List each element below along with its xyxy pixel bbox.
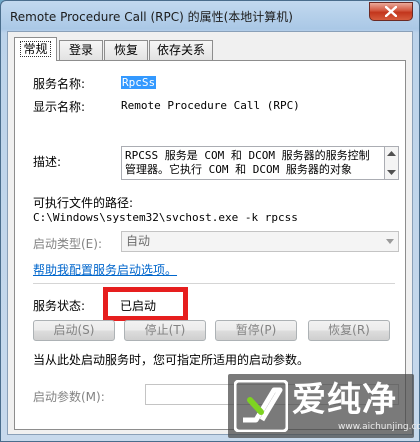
tab-recovery[interactable]: 恢复	[104, 40, 148, 60]
start-params-hint: 当从此处启动服务时，您可指定所适用的启动参数。	[33, 353, 310, 367]
service-name-value[interactable]: RpcSs	[121, 76, 157, 89]
pause-button[interactable]: 暂停(P)	[215, 320, 297, 341]
watermark-logo-icon	[234, 380, 288, 432]
display-name-label: 显示名称:	[33, 100, 86, 114]
service-name-label: 服务名称:	[33, 77, 86, 91]
stop-button[interactable]: 停止(T)	[124, 320, 206, 341]
close-icon	[385, 6, 397, 17]
help-configure-startup-link[interactable]: 帮助我配置服务启动选项。	[33, 261, 177, 278]
divider	[33, 283, 395, 284]
watermark-url: www.aichunjing.com	[338, 422, 420, 432]
watermark-text: 爱纯净	[292, 380, 397, 420]
exe-path-value[interactable]: C:\Windows\system32\svchost.exe -k rpcss	[33, 211, 298, 224]
tab-general[interactable]: 常规	[14, 37, 57, 61]
display-name-value[interactable]: Remote Procedure Call (RPC)	[121, 99, 300, 112]
exe-path-label: 可执行文件的路径:	[33, 196, 134, 210]
scroll-up-icon[interactable]	[387, 150, 396, 156]
title-bar[interactable]: Remote Procedure Call (RPC) 的属性(本地计算机)	[1, 1, 419, 31]
status-highlight-box	[103, 287, 188, 321]
close-button[interactable]	[369, 2, 413, 21]
chevron-down-icon	[386, 239, 394, 244]
service-status-label: 服务状态:	[33, 299, 86, 313]
scroll-down-icon[interactable]	[387, 170, 396, 176]
startup-type-label: 启动类型(E):	[33, 237, 102, 251]
start-button[interactable]: 启动(S)	[33, 320, 115, 341]
tab-logon[interactable]: 登录	[59, 40, 103, 60]
description-scrollbar[interactable]	[385, 146, 399, 180]
start-params-label: 启动参数(M):	[33, 390, 105, 404]
window-title: Remote Procedure Call (RPC) 的属性(本地计算机)	[10, 10, 293, 24]
description-line: RPCSS 服务是 COM 和 DCOM 服务器的服务控制	[125, 149, 370, 162]
watermark: 爱纯净 www.aichunjing.com	[228, 374, 420, 438]
startup-type-select[interactable]: 自动	[121, 231, 399, 252]
description-label: 描述:	[33, 155, 62, 169]
description-textbox[interactable]: RPCSS 服务是 COM 和 DCOM 服务器的服务控制 管理器。它执行 CO…	[121, 146, 385, 180]
resume-button[interactable]: 恢复(R)	[308, 320, 390, 341]
startup-type-value: 自动	[126, 234, 151, 248]
tab-dependencies[interactable]: 依存关系	[149, 40, 213, 60]
description-line: 管理器。它执行 COM 和 DCOM 服务器的对象	[125, 163, 352, 176]
